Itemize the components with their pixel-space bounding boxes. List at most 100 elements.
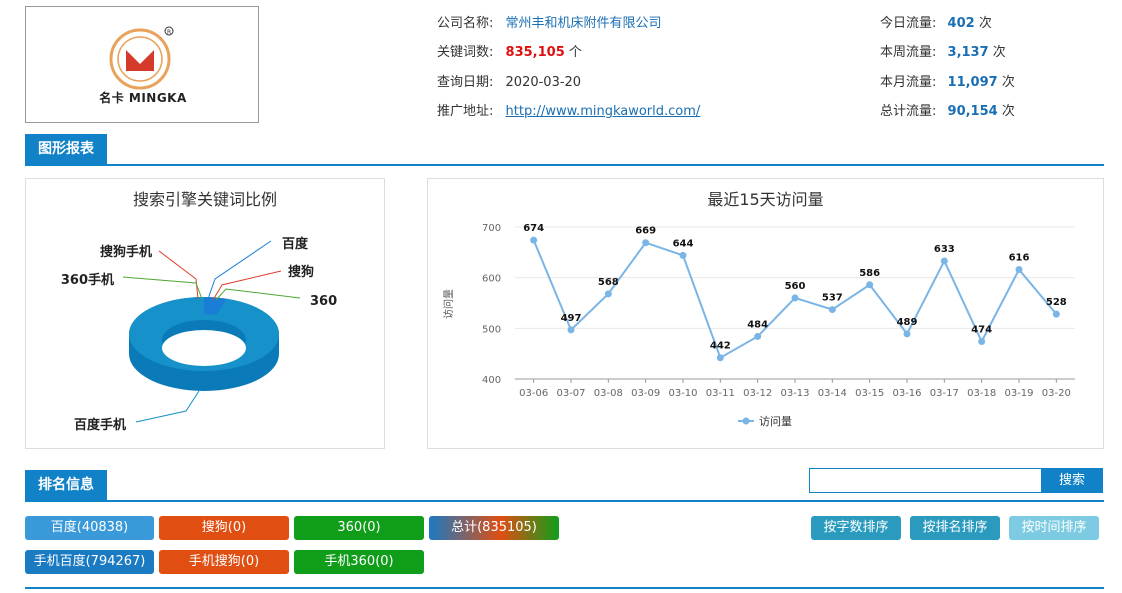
promo-url-row: 推广地址: http://www.mingkaworld.com/ <box>437 100 700 119</box>
promo-url-link[interactable]: http://www.mingkaworld.com/ <box>506 104 701 119</box>
data-point-11 <box>940 257 948 265</box>
y-tick-600: 600 <box>482 274 501 285</box>
data-point-8 <box>828 306 836 314</box>
data-label-8: 537 <box>822 293 843 304</box>
data-point-13 <box>1015 266 1023 274</box>
data-point-2 <box>604 290 612 298</box>
pie-leader-5 <box>122 276 203 300</box>
pie-leader-4 <box>158 250 199 300</box>
month-unit: 次 <box>1001 75 1015 90</box>
month-traffic-row: 本月流量: 11,097 次 <box>880 71 1015 90</box>
data-label-14: 528 <box>1046 297 1067 308</box>
y-tick-500: 500 <box>482 324 501 335</box>
today-unit: 次 <box>978 16 992 31</box>
data-point-6 <box>754 332 762 340</box>
sort-by-chars-button[interactable]: 按字数排序 <box>811 516 901 540</box>
x-tick-3: 03-09 <box>631 388 660 399</box>
today-traffic-row: 今日流量: 402 次 <box>880 12 992 31</box>
ring-hole <box>162 330 246 366</box>
data-label-9: 586 <box>859 268 880 279</box>
charts-divider <box>25 164 1104 166</box>
company-name-link[interactable]: 常州丰和机床附件有限公司 <box>506 16 662 31</box>
date-value: 2020-03-20 <box>505 75 582 90</box>
data-label-4: 644 <box>673 238 694 249</box>
x-tick-10: 03-16 <box>892 388 921 399</box>
data-point-9 <box>866 281 874 289</box>
data-point-0 <box>530 236 538 244</box>
y-tick-400: 400 <box>482 375 501 386</box>
tag-mobile-360[interactable]: 手机360(0) <box>294 550 424 574</box>
legend-marker <box>742 417 750 425</box>
pie-chart: 百度搜狗 360 百度手机 搜狗手机 360手机 <box>61 236 337 433</box>
month-label: 本月流量: <box>880 75 937 90</box>
pie-label-1: 搜狗 <box>288 264 314 280</box>
week-value: 3,137 <box>947 45 989 60</box>
logo-text: 名卡 MINGKA <box>99 91 187 105</box>
tag-mobile-baidu[interactable]: 手机百度(794267) <box>25 550 154 574</box>
sort-by-time-button[interactable]: 按时间排序 <box>1009 516 1099 540</box>
search-button[interactable]: 搜索 <box>1041 468 1103 493</box>
data-label-5: 442 <box>710 341 731 352</box>
tag-baidu[interactable]: 百度(40838) <box>25 516 154 540</box>
total-label: 总计流量: <box>880 104 937 119</box>
x-tick-8: 03-14 <box>818 388 847 399</box>
data-point-12 <box>978 338 986 346</box>
tab-charts[interactable]: 图形报表 <box>25 134 107 165</box>
pie-label-0: 百度 <box>282 236 309 252</box>
tag-sogou[interactable]: 搜狗(0) <box>159 516 289 540</box>
data-label-13: 616 <box>1009 253 1030 264</box>
today-value: 402 <box>947 16 975 31</box>
data-label-11: 633 <box>934 244 955 255</box>
company-logo: R 名卡 MINGKA <box>25 6 259 123</box>
data-point-4 <box>679 251 687 259</box>
ranking-divider <box>25 500 1104 502</box>
x-tick-11: 03-17 <box>930 388 959 399</box>
x-tick-1: 03-07 <box>556 388 585 399</box>
tab-ranking[interactable]: 排名信息 <box>25 470 107 501</box>
tag-mobile-sogou[interactable]: 手机搜狗(0) <box>159 550 289 574</box>
total-traffic-row: 总计流量: 90,154 次 <box>880 100 1015 119</box>
x-tick-12: 03-18 <box>967 388 996 399</box>
keywords-unit: 个 <box>568 45 582 60</box>
x-tick-7: 03-13 <box>780 388 809 399</box>
month-value: 11,097 <box>947 75 998 90</box>
bottom-divider <box>25 587 1104 589</box>
data-point-5 <box>716 354 724 362</box>
pie-label-4: 搜狗手机 <box>100 244 152 260</box>
week-label: 本周流量: <box>880 45 937 60</box>
pie-label-3: 百度手机 <box>74 417 126 433</box>
data-label-3: 669 <box>635 226 656 237</box>
date-label: 查询日期: <box>437 75 494 90</box>
total-value: 90,154 <box>947 104 998 119</box>
sort-by-rank-button[interactable]: 按排名排序 <box>910 516 1000 540</box>
pie-label-2: 360 <box>310 294 337 309</box>
pie-label-5: 360手机 <box>61 272 114 288</box>
x-tick-5: 03-11 <box>706 388 735 399</box>
x-tick-0: 03-06 <box>519 388 548 399</box>
tag-360[interactable]: 360(0) <box>294 516 424 540</box>
data-point-3 <box>642 239 650 247</box>
x-tick-6: 03-12 <box>743 388 772 399</box>
y-axis-label: 访问量 <box>442 289 455 319</box>
total-unit: 次 <box>1001 104 1015 119</box>
keywords-count: 835,105 <box>505 45 565 60</box>
data-point-7 <box>791 294 799 302</box>
company-label: 公司名称: <box>437 16 494 31</box>
pie-chart-panel: 搜索引擎关键词比例 百度 搜狗 360 百度手机 搜狗手机 360手机 <box>25 178 385 449</box>
week-unit: 次 <box>992 45 1006 60</box>
pie-leader-3 <box>135 390 200 423</box>
pie-leader-1 <box>212 270 282 301</box>
data-point-10 <box>903 330 911 338</box>
data-label-6: 484 <box>747 319 768 330</box>
keywords-row: 关键词数: 835,105 个 <box>437 41 582 60</box>
search-input[interactable] <box>809 468 1042 493</box>
data-point-1 <box>567 326 575 334</box>
data-label-12: 474 <box>971 325 992 336</box>
keywords-label: 关键词数: <box>437 45 494 60</box>
tag-total[interactable]: 总计(835105) <box>429 516 559 540</box>
logo-emblem-icon: R <box>109 26 174 90</box>
data-label-7: 560 <box>785 281 806 292</box>
data-point-14 <box>1052 310 1060 318</box>
data-label-2: 568 <box>598 277 619 288</box>
week-traffic-row: 本周流量: 3,137 次 <box>880 41 1006 60</box>
